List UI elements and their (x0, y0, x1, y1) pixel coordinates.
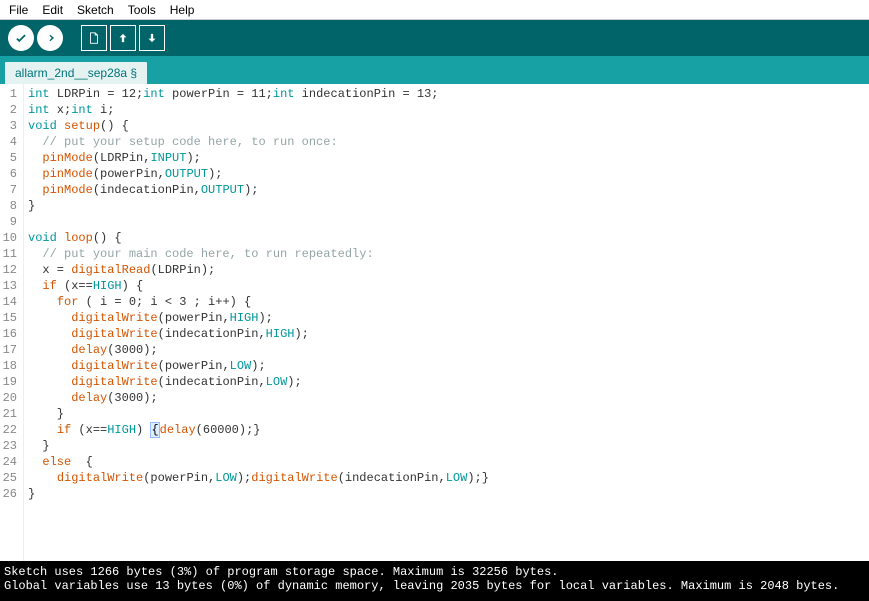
code-line[interactable]: // put your setup code here, to run once… (28, 134, 865, 150)
code-line[interactable]: digitalWrite(indecationPin,LOW); (28, 374, 865, 390)
code-line[interactable] (28, 214, 865, 230)
file-icon (87, 31, 101, 45)
code-line[interactable]: delay(3000); (28, 390, 865, 406)
code-line[interactable]: if (x==HIGH) {delay(60000);} (28, 422, 865, 438)
code-line[interactable]: // put your main code here, to run repea… (28, 246, 865, 262)
code-line[interactable]: digitalWrite(indecationPin,HIGH); (28, 326, 865, 342)
line-number: 3 (2, 118, 17, 134)
code-line[interactable]: digitalWrite(powerPin,HIGH); (28, 310, 865, 326)
line-number: 10 (2, 230, 17, 246)
line-number: 19 (2, 374, 17, 390)
line-number: 16 (2, 326, 17, 342)
save-button[interactable] (139, 25, 165, 51)
check-icon (14, 31, 28, 45)
tab-bar: allarm_2nd__sep28a § (0, 56, 869, 84)
line-number: 17 (2, 342, 17, 358)
code-line[interactable]: } (28, 198, 865, 214)
new-button[interactable] (81, 25, 107, 51)
line-number: 23 (2, 438, 17, 454)
menu-sketch[interactable]: Sketch (70, 1, 121, 19)
line-number: 21 (2, 406, 17, 422)
line-number: 13 (2, 278, 17, 294)
line-number: 4 (2, 134, 17, 150)
arrow-right-icon (43, 31, 57, 45)
code-line[interactable]: if (x==HIGH) { (28, 278, 865, 294)
code-line[interactable]: x = digitalRead(LDRPin); (28, 262, 865, 278)
arrow-up-icon (116, 31, 130, 45)
line-number: 22 (2, 422, 17, 438)
code-line[interactable]: } (28, 438, 865, 454)
line-number: 12 (2, 262, 17, 278)
code-area[interactable]: int LDRPin = 12;int powerPin = 11;int in… (24, 84, 869, 561)
code-line[interactable]: pinMode(indecationPin,OUTPUT); (28, 182, 865, 198)
line-number: 20 (2, 390, 17, 406)
code-editor[interactable]: 1234567891011121314151617181920212223242… (0, 84, 869, 561)
line-number: 14 (2, 294, 17, 310)
code-line[interactable]: } (28, 406, 865, 422)
code-line[interactable]: int x;int i; (28, 102, 865, 118)
code-line[interactable]: digitalWrite(powerPin,LOW); (28, 358, 865, 374)
line-number: 8 (2, 198, 17, 214)
console-line: Global variables use 13 bytes (0%) of dy… (4, 579, 865, 593)
code-line[interactable]: else { (28, 454, 865, 470)
code-line[interactable]: pinMode(powerPin,OUTPUT); (28, 166, 865, 182)
menubar: File Edit Sketch Tools Help (0, 0, 869, 20)
arrow-down-icon (145, 31, 159, 45)
menu-edit[interactable]: Edit (35, 1, 70, 19)
line-number: 7 (2, 182, 17, 198)
line-number: 1 (2, 86, 17, 102)
code-line[interactable]: void setup() { (28, 118, 865, 134)
line-number: 11 (2, 246, 17, 262)
line-number: 2 (2, 102, 17, 118)
line-number: 26 (2, 486, 17, 502)
menu-file[interactable]: File (2, 1, 35, 19)
code-line[interactable]: void loop() { (28, 230, 865, 246)
line-number: 15 (2, 310, 17, 326)
menu-help[interactable]: Help (163, 1, 202, 19)
code-line[interactable]: pinMode(LDRPin,INPUT); (28, 150, 865, 166)
console-line: Sketch uses 1266 bytes (3%) of program s… (4, 565, 865, 579)
line-number: 9 (2, 214, 17, 230)
code-line[interactable]: int LDRPin = 12;int powerPin = 11;int in… (28, 86, 865, 102)
code-line[interactable]: digitalWrite(powerPin,LOW);digitalWrite(… (28, 470, 865, 486)
verify-button[interactable] (8, 25, 34, 51)
menu-tools[interactable]: Tools (121, 1, 163, 19)
line-gutter: 1234567891011121314151617181920212223242… (0, 84, 24, 561)
line-number: 24 (2, 454, 17, 470)
upload-button[interactable] (37, 25, 63, 51)
open-button[interactable] (110, 25, 136, 51)
toolbar (0, 20, 869, 56)
code-line[interactable]: delay(3000); (28, 342, 865, 358)
line-number: 6 (2, 166, 17, 182)
code-line[interactable]: } (28, 486, 865, 502)
line-number: 5 (2, 150, 17, 166)
line-number: 18 (2, 358, 17, 374)
console-output: Sketch uses 1266 bytes (3%) of program s… (0, 561, 869, 601)
line-number: 25 (2, 470, 17, 486)
code-line[interactable]: for ( i = 0; i < 3 ; i++) { (28, 294, 865, 310)
tab-sketch[interactable]: allarm_2nd__sep28a § (4, 61, 148, 84)
